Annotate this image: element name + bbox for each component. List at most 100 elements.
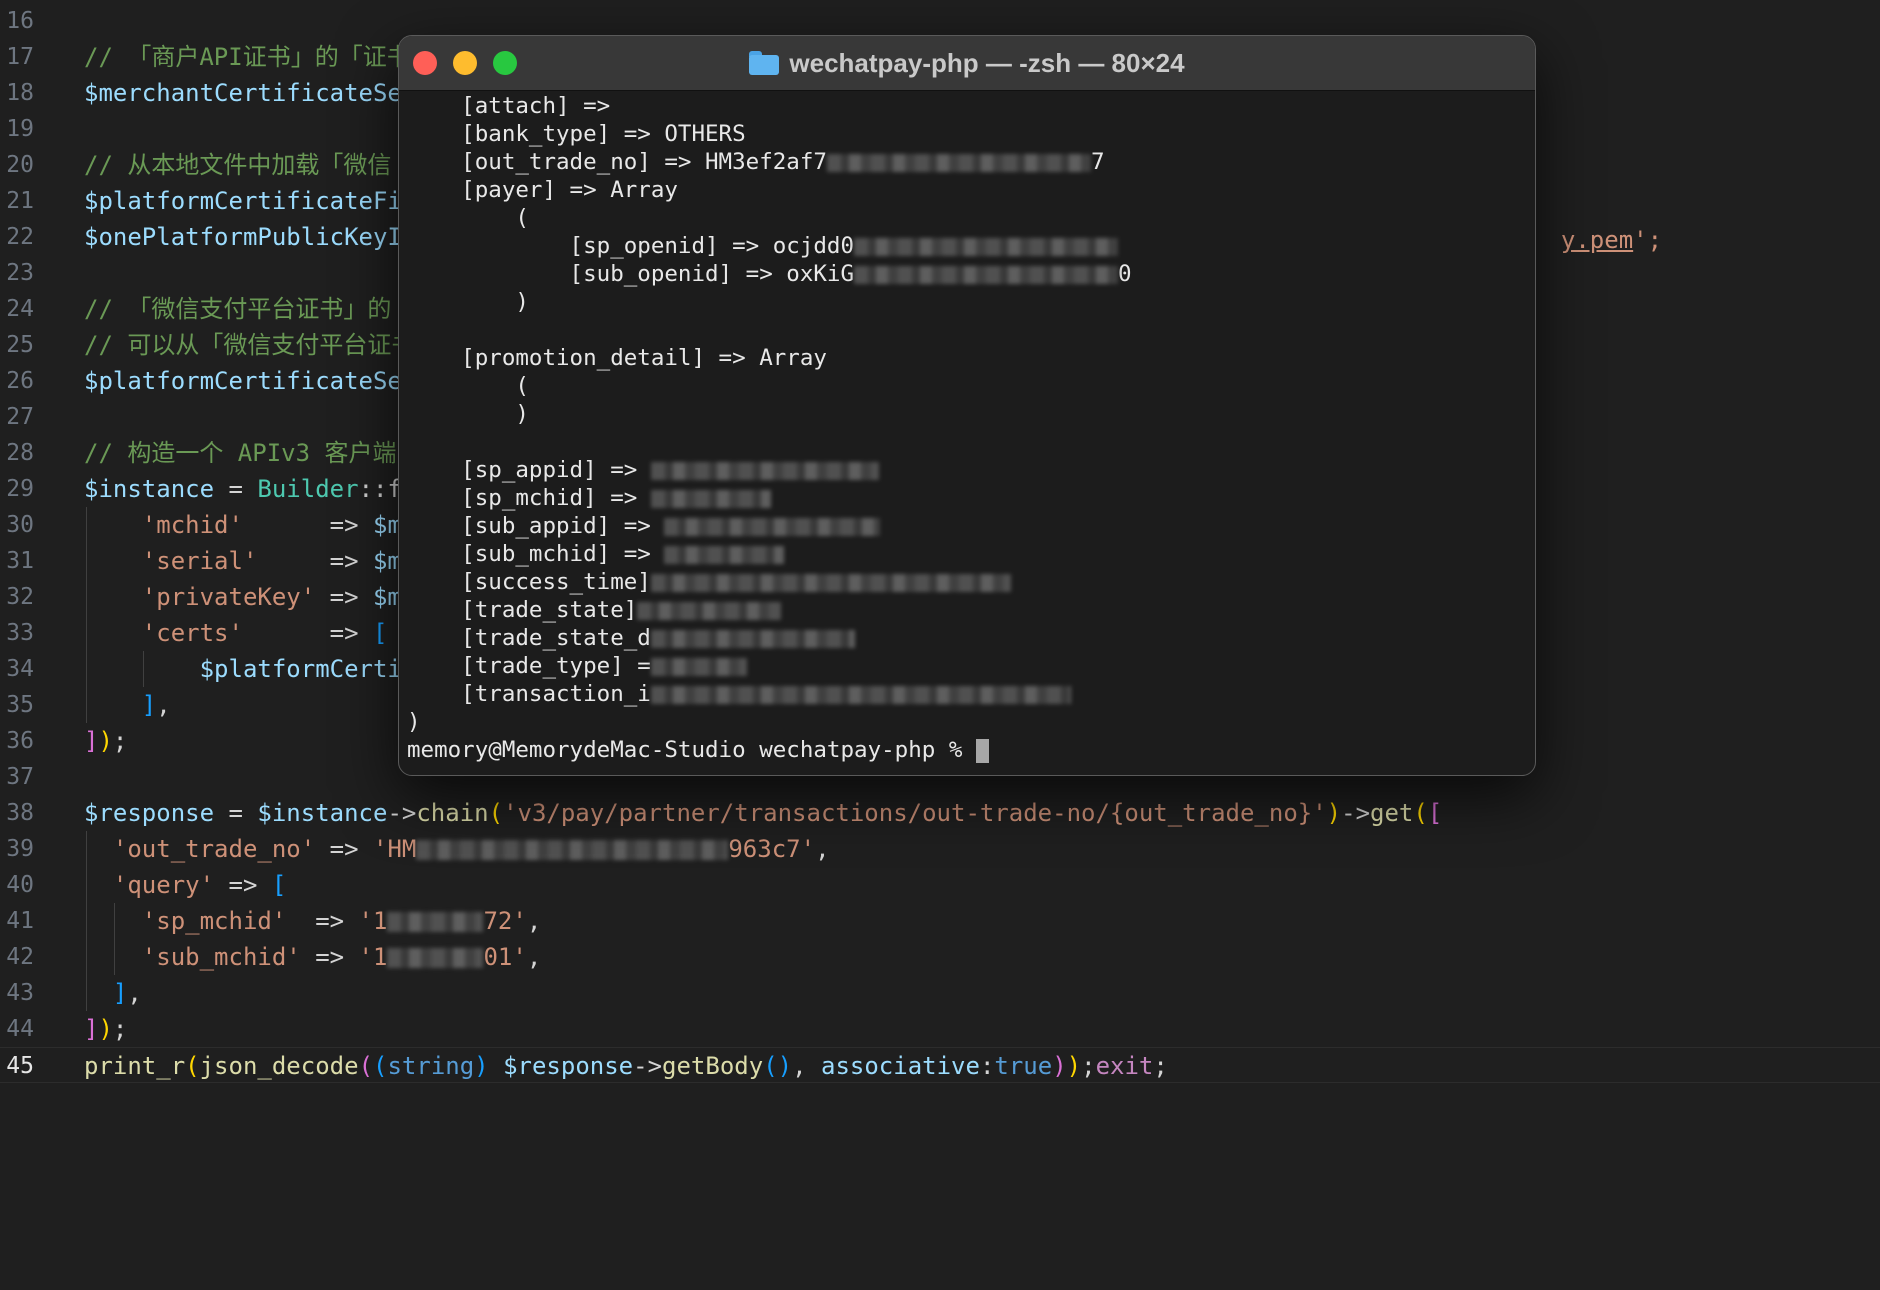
code-token: // 构造一个 APIv3 客户端 [84, 439, 397, 467]
terminal-text: [promotion_detail] => Array [407, 345, 827, 371]
code-text: $platformCertificateSe [84, 363, 402, 399]
line-number: 19 [6, 116, 34, 142]
terminal-text: ) [407, 709, 421, 735]
redacted-region [387, 948, 484, 968]
terminal-line: ( [407, 204, 529, 232]
code-text: $platformCerti [84, 651, 402, 687]
code-token: [ [1427, 799, 1443, 827]
code-token: => [257, 547, 373, 575]
code-token: 'privateKey' [141, 583, 316, 611]
line-number: 25 [6, 332, 34, 358]
terminal-text: ( [407, 205, 529, 231]
terminal-line: [sp_mchid] => [407, 484, 771, 512]
code-line[interactable]: 42 'sub_mchid' => '1 01', [0, 939, 1880, 975]
indent-guide [114, 903, 115, 975]
code-token: ( [488, 799, 504, 827]
code-text: ], [84, 687, 171, 723]
line-number: 41 [6, 908, 34, 934]
code-text: 'out_trade_no' => 'HM 963c7', [84, 831, 830, 867]
code-line[interactable]: 41 'sp_mchid' => '1 72', [0, 903, 1880, 939]
code-token: json_decode [199, 1052, 359, 1080]
code-token: [ [373, 619, 388, 647]
terminal-line: [sub_openid] => oxKiG 0 [407, 260, 1132, 288]
code-token: ( [373, 1052, 388, 1080]
terminal-text: 7 [1090, 149, 1105, 175]
pem-filename-fragment[interactable]: y.pem [1561, 226, 1633, 254]
terminal-text: [sub_mchid] => [407, 541, 665, 567]
code-token: , [526, 943, 542, 971]
code-line[interactable]: 38 $response = $instance->chain('v3/pay/p… [0, 795, 1880, 831]
code-token: , [127, 979, 142, 1007]
code-text: // 「微信支付平台证书」的 [84, 291, 391, 327]
redacted-region [650, 629, 855, 648]
terminal-line: [trade_state_d [407, 624, 855, 652]
code-token: ) [474, 1052, 504, 1080]
code-token: , [792, 1052, 821, 1080]
code-token: ::f [358, 475, 402, 503]
code-token: => [315, 835, 373, 863]
code-text: 'mchid' => $m [84, 507, 402, 543]
line-number: 30 [6, 512, 34, 538]
terminal-text: [trade_state_d [407, 625, 651, 651]
code-text: ]); [84, 723, 127, 759]
code-token: 'HM [373, 835, 417, 863]
code-text: // 构造一个 APIv3 客户端 [84, 435, 397, 471]
redacted-region [854, 265, 1119, 284]
terminal-text: [attach] => [407, 93, 611, 119]
terminal-line: [transaction_i [407, 680, 1071, 708]
code-token: ( [358, 1052, 374, 1080]
code-token: // 可以从「微信支付平台证书 [84, 331, 416, 359]
code-line[interactable]: 40 'query' => [ [0, 867, 1880, 903]
code-token: $platformCertificateFi [84, 187, 402, 215]
terminal-output[interactable]: [attach] => [bank_type] => OTHERS [out_t… [407, 92, 1527, 775]
code-token: => [300, 943, 359, 971]
terminal-window[interactable]: wechatpay-php — -zsh — 80×24 [attach] =>… [398, 35, 1536, 776]
code-token: $platformCerti [199, 655, 402, 683]
terminal-cursor [975, 738, 989, 763]
line-number: 28 [6, 440, 34, 466]
terminal-titlebar[interactable]: wechatpay-php — -zsh — 80×24 [399, 36, 1535, 91]
code-token: $platformCertificateSe [84, 367, 402, 395]
code-token: => [214, 871, 272, 899]
code-token: 'out_trade_no' [112, 835, 316, 863]
code-text: 'query' => [ [84, 867, 286, 903]
code-token: exit [1095, 1052, 1154, 1080]
code-text: ], [84, 975, 142, 1011]
terminal-line: memory@MemorydeMac-Studio wechatpay-php … [407, 736, 989, 764]
terminal-text: [bank_type] => OTHERS [407, 121, 746, 147]
code-line[interactable]: 16 [0, 3, 1880, 39]
code-token: ; [1153, 1052, 1168, 1080]
terminal-line: ) [407, 288, 529, 316]
terminal-text: [payer] => Array [407, 177, 678, 203]
code-token: ] [112, 979, 128, 1007]
code-line[interactable]: 39 'out_trade_no' => 'HM 963c7', [0, 831, 1880, 867]
terminal-text: [out_trade_no] => HM3ef2af7 [407, 149, 827, 175]
line-number: 26 [6, 368, 34, 394]
redacted-region [650, 489, 771, 508]
code-token: $onePlatformPublicKeyI [84, 223, 402, 251]
code-line[interactable]: 44]); [0, 1011, 1880, 1047]
code-line[interactable]: 45 print_r(json_decode((string) $response… [0, 1047, 1880, 1083]
code-token: ; [112, 727, 128, 755]
line-number: 43 [6, 980, 34, 1006]
terminal-line: [attach] => [407, 92, 610, 120]
code-token: ] [84, 1015, 99, 1043]
redacted-region [650, 461, 879, 480]
code-text: 'sp_mchid' => '1 72', [84, 903, 541, 939]
terminal-line: [promotion_detail] => Array [407, 344, 827, 372]
redacted-region [664, 545, 785, 564]
terminal-text: ) [407, 401, 529, 427]
code-token: 'sub_mchid' [141, 943, 301, 971]
indent-guide [86, 831, 87, 1011]
terminal-text: [sp_appid] => [407, 457, 651, 483]
code-line[interactable]: 43 ], [0, 975, 1880, 1011]
code-token: print_r [84, 1052, 186, 1080]
line-number: 23 [6, 260, 34, 286]
terminal-text: [sub_openid] => oxKiG [407, 261, 855, 287]
redacted-region [664, 517, 881, 536]
